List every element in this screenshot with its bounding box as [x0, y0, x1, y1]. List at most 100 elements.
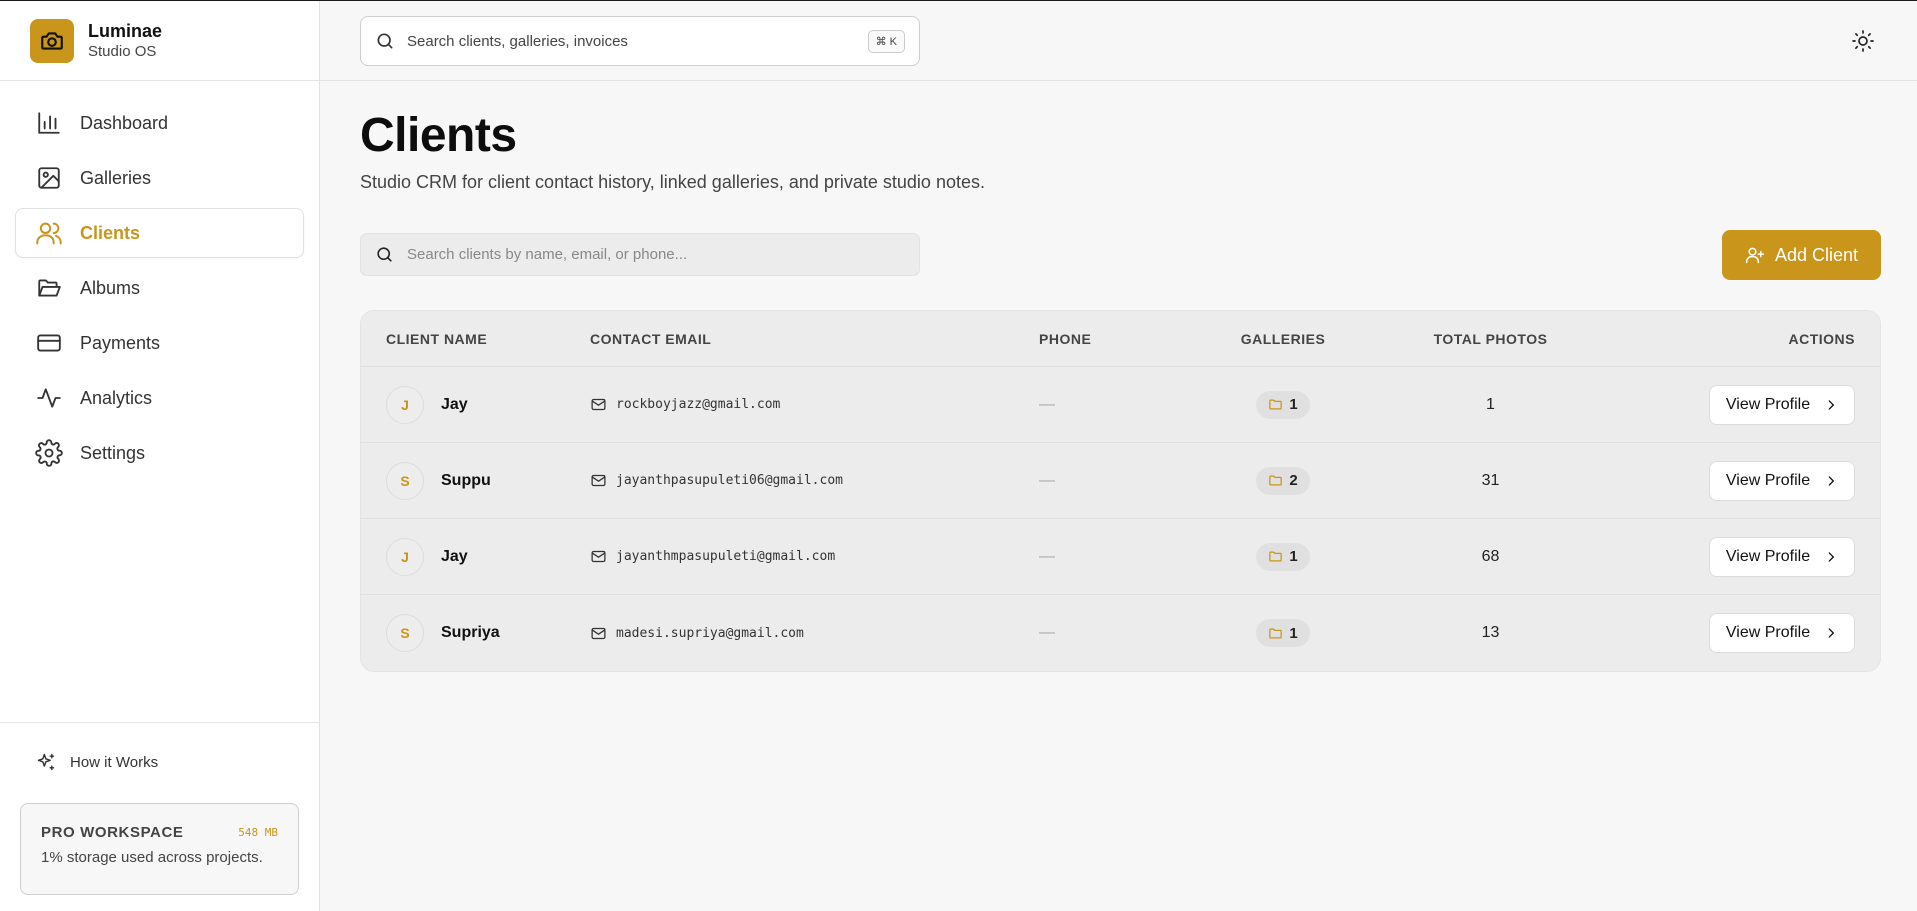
client-email: jayanthpasupuleti06@gmail.com — [616, 473, 843, 488]
sparkle-icon — [36, 752, 56, 772]
global-search-input[interactable] — [407, 32, 827, 50]
avatar: S — [386, 461, 424, 500]
main-content: Clients Studio CRM for client contact hi… — [360, 81, 1881, 672]
avatar: S — [386, 614, 424, 652]
activity-icon — [34, 383, 64, 413]
image-icon — [34, 163, 64, 193]
page-subtitle: Studio CRM for client contact history, l… — [360, 172, 985, 192]
sidebar-item-settings[interactable]: Settings — [15, 428, 304, 478]
chevron-right-icon — [1828, 475, 1835, 486]
table-row[interactable]: S Supriya madesi.supriya@gmail.com — 1 1… — [361, 595, 1880, 671]
sidebar-item-albums[interactable]: Albums — [15, 263, 304, 313]
how-it-works-link[interactable]: How it Works — [36, 752, 158, 772]
column-header-galleries[interactable]: GALLERIES — [1181, 331, 1385, 347]
view-profile-label: View Profile — [1725, 471, 1811, 489]
brand-name: Luminae — [88, 20, 163, 41]
galleries-badge: 1 — [1256, 390, 1310, 419]
table-row[interactable]: J Jay jayanthmpasupuleti@gmail.com — 1 6… — [361, 519, 1880, 595]
galleries-count: 1 — [1289, 548, 1298, 565]
add-client-button[interactable]: Add Client — [1722, 230, 1881, 280]
client-search-input[interactable] — [407, 246, 887, 263]
brand-subtitle: Studio OS — [88, 42, 157, 60]
client-phone: — — [1039, 547, 1055, 565]
folder-icon — [1269, 475, 1283, 486]
view-profile-label: View Profile — [1725, 624, 1811, 641]
workspace-card: PRO WORKSPACE 548 MB 1% storage used acr… — [20, 803, 299, 895]
folder-open-icon — [34, 273, 64, 303]
total-photos: 1 — [1486, 395, 1495, 413]
sidebar-item-label: Payments — [80, 332, 161, 353]
client-email: rockboyjazz@gmail.com — [616, 397, 781, 412]
client-name: Jay — [441, 547, 468, 565]
column-header-name[interactable]: CLIENT NAME — [361, 331, 590, 347]
sidebar-item-clients[interactable]: Clients — [15, 208, 304, 258]
sidebar-item-label: Dashboard — [80, 112, 169, 133]
bar-chart-icon — [34, 108, 64, 138]
mail-icon — [591, 398, 606, 411]
folder-icon — [1269, 551, 1283, 562]
total-photos: 13 — [1481, 624, 1500, 641]
view-profile-button[interactable]: View Profile — [1709, 613, 1855, 653]
client-email: jayanthmpasupuleti@gmail.com — [616, 549, 836, 564]
client-name: Supriya — [441, 624, 500, 641]
column-header-actions: ACTIONS — [1788, 330, 1855, 347]
galleries-badge: 2 — [1256, 466, 1310, 495]
global-search[interactable]: ⌘ K — [360, 16, 920, 66]
sidebar-footer: How it Works PRO WORKSPACE 548 MB 1% sto… — [0, 722, 319, 911]
user-plus-icon — [1745, 247, 1765, 264]
view-profile-label: View Profile — [1725, 547, 1811, 565]
sidebar-item-label: Galleries — [80, 167, 152, 188]
client-phone: — — [1039, 471, 1055, 489]
sidebar: Luminae Studio OS Dashboard Galleries Cl… — [0, 1, 320, 911]
credit-card-icon — [34, 328, 64, 358]
table-row[interactable]: S Suppu jayanthpasupuleti06@gmail.com — … — [361, 443, 1880, 519]
clients-toolbar: Add Client — [360, 230, 1881, 280]
sidebar-item-analytics[interactable]: Analytics — [15, 373, 304, 423]
client-name: Suppu — [441, 471, 491, 489]
view-profile-button[interactable]: View Profile — [1709, 536, 1855, 577]
table-row[interactable]: J Jay rockboyjazz@gmail.com — 1 1 View P… — [361, 367, 1880, 443]
clients-table: CLIENT NAME CONTACT EMAIL PHONE GALLERIE… — [360, 310, 1881, 672]
sidebar-item-payments[interactable]: Payments — [15, 318, 304, 368]
brand: Luminae Studio OS — [0, 1, 319, 81]
client-name: Jay — [441, 395, 468, 413]
client-phone: — — [1039, 624, 1055, 641]
galleries-count: 1 — [1289, 396, 1298, 413]
camera-icon — [30, 18, 74, 63]
gear-icon — [34, 438, 64, 468]
mail-icon — [591, 474, 606, 487]
client-search[interactable] — [360, 233, 920, 276]
folder-icon — [1269, 399, 1283, 410]
mail-icon — [591, 627, 606, 639]
topbar: ⌘ K — [320, 1, 1917, 81]
chevron-right-icon — [1828, 399, 1835, 410]
client-phone: — — [1039, 395, 1055, 413]
galleries-badge: 1 — [1256, 619, 1310, 647]
sidebar-item-label: Analytics — [80, 387, 153, 408]
keyboard-shortcut-badge: ⌘ K — [867, 30, 905, 53]
galleries-count: 1 — [1289, 624, 1298, 642]
sun-icon[interactable] — [1851, 29, 1875, 53]
workspace-description: 1% storage used across projects. — [41, 849, 263, 866]
sidebar-item-label: Settings — [80, 442, 146, 463]
total-photos: 31 — [1481, 471, 1500, 489]
chevron-right-icon — [1828, 551, 1835, 562]
sidebar-item-dashboard[interactable]: Dashboard — [15, 98, 304, 148]
column-header-phone[interactable]: PHONE — [1039, 331, 1181, 347]
table-header: CLIENT NAME CONTACT EMAIL PHONE GALLERIE… — [361, 311, 1880, 367]
galleries-count: 2 — [1289, 472, 1298, 489]
how-it-works-label: How it Works — [70, 753, 159, 771]
mail-icon — [591, 550, 606, 563]
column-header-email[interactable]: CONTACT EMAIL — [590, 331, 1039, 347]
view-profile-button[interactable]: View Profile — [1709, 384, 1855, 425]
avatar: J — [386, 385, 424, 424]
add-client-label: Add Client — [1774, 244, 1859, 265]
folder-icon — [1269, 628, 1283, 638]
column-header-photos[interactable]: TOTAL PHOTOS — [1385, 331, 1596, 347]
view-profile-button[interactable]: View Profile — [1709, 460, 1855, 501]
sidebar-item-label: Albums — [80, 277, 141, 298]
sidebar-item-galleries[interactable]: Galleries — [15, 153, 304, 203]
page-title: Clients — [360, 109, 517, 162]
chevron-right-icon — [1828, 628, 1835, 638]
sidebar-item-label: Clients — [80, 222, 141, 243]
